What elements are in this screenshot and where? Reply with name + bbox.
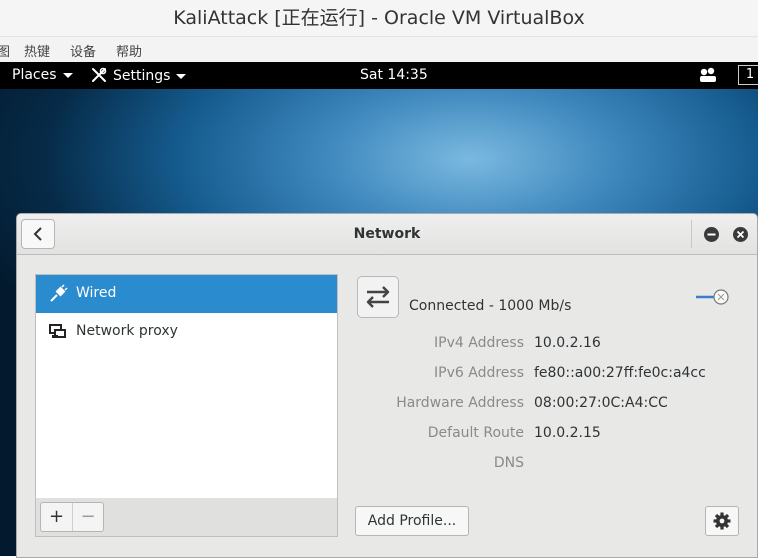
settings-menu[interactable]: Settings bbox=[91, 67, 187, 84]
ipv4-address-label: IPv4 Address bbox=[434, 335, 524, 351]
transfer-arrows-icon bbox=[366, 286, 390, 308]
ethernet-cable-icon bbox=[50, 284, 68, 302]
remove-connection-button[interactable]: − bbox=[73, 503, 103, 531]
list-item-network-proxy[interactable]: Network proxy bbox=[36, 313, 337, 351]
list-tool-group: + − bbox=[40, 502, 104, 532]
list-item-wired[interactable]: Wired bbox=[36, 275, 337, 313]
dns-label: DNS bbox=[493, 455, 524, 471]
network-settings-window: Network Wired Network proxy + − Connecte… bbox=[16, 213, 758, 558]
window-header: Network bbox=[17, 214, 757, 255]
ipv4-address-value: 10.0.2.16 bbox=[534, 335, 601, 351]
menu-item-help[interactable]: 帮助 bbox=[116, 41, 142, 60]
user-status-icon[interactable] bbox=[698, 66, 718, 88]
gear-icon bbox=[713, 512, 731, 530]
list-item-label: Network proxy bbox=[76, 323, 178, 339]
add-connection-button[interactable]: + bbox=[41, 503, 73, 531]
places-label: Places bbox=[12, 67, 57, 83]
default-route-value: 10.0.2.15 bbox=[534, 425, 601, 441]
minimize-button[interactable] bbox=[704, 227, 719, 242]
menu-item-view[interactable]: 图 bbox=[0, 41, 10, 60]
window-title: Network bbox=[353, 226, 421, 242]
users-icon bbox=[700, 67, 716, 82]
ipv6-address-value: fe80::a00:27ff:fe0c:a4cc bbox=[534, 365, 706, 381]
wrench-screwdriver-icon bbox=[92, 67, 107, 82]
network-device-list: Wired Network proxy bbox=[35, 274, 338, 500]
places-menu[interactable]: Places bbox=[12, 67, 73, 83]
chevron-down-icon bbox=[176, 73, 187, 79]
hardware-address-label: Hardware Address bbox=[396, 395, 524, 411]
network-proxy-icon bbox=[49, 324, 66, 338]
list-toolbar: + − bbox=[35, 498, 338, 537]
list-item-label: Wired bbox=[76, 285, 117, 301]
ipv6-address-label: IPv6 Address bbox=[434, 365, 524, 381]
clock[interactable]: Sat 14:35 bbox=[360, 67, 428, 83]
menu-item-hotkeys[interactable]: 热键 bbox=[24, 41, 50, 60]
connection-toggle[interactable] bbox=[695, 288, 735, 306]
close-icon bbox=[736, 230, 745, 239]
add-profile-button[interactable]: Add Profile... bbox=[355, 506, 469, 536]
minimize-icon bbox=[707, 233, 716, 236]
host-menubar: 图 热键 设备 帮助 bbox=[0, 36, 758, 63]
connection-status: Connected - 1000 Mb/s bbox=[409, 298, 572, 314]
wired-connection-icon bbox=[357, 276, 399, 318]
settings-label: Settings bbox=[113, 68, 171, 84]
workspace-indicator[interactable]: 1 bbox=[738, 65, 758, 85]
connection-settings-button[interactable] bbox=[705, 506, 739, 536]
toggle-switch-icon bbox=[696, 289, 729, 305]
header-separator bbox=[691, 220, 692, 248]
gnome-top-bar: Places Settings Sat 14:35 1 bbox=[0, 62, 758, 89]
menu-item-devices[interactable]: 设备 bbox=[70, 41, 96, 60]
chevron-down-icon bbox=[62, 72, 73, 78]
host-window-title: KaliAttack [正在运行] - Oracle VM VirtualBox bbox=[0, 0, 758, 36]
default-route-label: Default Route bbox=[427, 425, 524, 441]
hardware-address-value: 08:00:27:0C:A4:CC bbox=[534, 395, 668, 411]
close-button[interactable] bbox=[733, 227, 748, 242]
